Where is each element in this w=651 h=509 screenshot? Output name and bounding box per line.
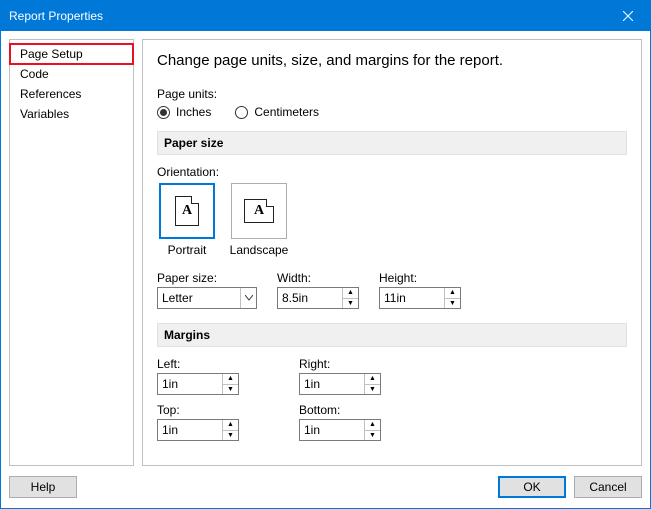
margins-grid: Left: 1in ▲▼ Right: 1in ▲▼ Top: — [157, 357, 627, 441]
titlebar: Report Properties — [1, 1, 650, 31]
window-title: Report Properties — [9, 9, 103, 23]
dialog-footer: Help OK Cancel — [1, 466, 650, 508]
spinner-arrows: ▲▼ — [364, 374, 380, 394]
sidebar-item-references[interactable]: References — [10, 84, 133, 104]
help-button[interactable]: Help — [9, 476, 77, 498]
chevron-down-icon — [240, 288, 256, 308]
page-units-label: Page units: — [157, 87, 627, 101]
landscape-label: Landscape — [230, 243, 289, 257]
sidebar: Page Setup Code References Variables — [9, 39, 134, 466]
radio-inches-label: Inches — [176, 105, 211, 119]
page-landscape-icon: A — [244, 199, 274, 223]
margin-left-field: Left: 1in ▲▼ — [157, 357, 287, 395]
ok-button[interactable]: OK — [498, 476, 566, 498]
arrow-up-icon[interactable]: ▲ — [223, 374, 238, 385]
close-button[interactable] — [605, 1, 650, 31]
radio-inches[interactable]: Inches — [157, 105, 211, 119]
arrow-down-icon[interactable]: ▼ — [223, 431, 238, 441]
width-spinner[interactable]: 8.5in ▲▼ — [277, 287, 359, 309]
arrow-up-icon[interactable]: ▲ — [365, 420, 380, 431]
width-field: Width: 8.5in ▲▼ — [277, 271, 359, 309]
footer-right: OK Cancel — [498, 476, 642, 498]
margin-left-label: Left: — [157, 357, 287, 371]
orientation-group: A Portrait A Landscape — [157, 183, 627, 257]
arrow-up-icon[interactable]: ▲ — [223, 420, 238, 431]
landscape-box: A — [231, 183, 287, 239]
sidebar-item-page-setup[interactable]: Page Setup — [10, 44, 133, 64]
sidebar-item-variables[interactable]: Variables — [10, 104, 133, 124]
margin-top-value: 1in — [158, 423, 222, 437]
paper-size-label: Paper size: — [157, 271, 257, 285]
height-spinner[interactable]: 11in ▲▼ — [379, 287, 461, 309]
arrow-up-icon[interactable]: ▲ — [445, 288, 460, 299]
paper-size-field: Paper size: Letter — [157, 271, 257, 309]
radio-centimeters[interactable]: Centimeters — [235, 105, 319, 119]
margin-top-label: Top: — [157, 403, 287, 417]
margin-right-spinner[interactable]: 1in ▲▼ — [299, 373, 381, 395]
spinner-arrows: ▲▼ — [222, 374, 238, 394]
radio-icon — [157, 106, 170, 119]
margin-bottom-label: Bottom: — [299, 403, 429, 417]
portrait-box: A — [159, 183, 215, 239]
radio-icon — [235, 106, 248, 119]
paper-size-row: Paper size: Letter Width: 8.5in ▲▼ Heigh… — [157, 271, 627, 309]
orientation-landscape[interactable]: A Landscape — [229, 183, 289, 257]
paper-size-value: Letter — [158, 291, 240, 305]
dialog-body: Page Setup Code References Variables Cha… — [1, 31, 650, 466]
margin-top-field: Top: 1in ▲▼ — [157, 403, 287, 441]
arrow-down-icon[interactable]: ▼ — [365, 385, 380, 395]
margin-right-value: 1in — [300, 377, 364, 391]
margin-left-value: 1in — [158, 377, 222, 391]
arrow-up-icon[interactable]: ▲ — [343, 288, 358, 299]
arrow-down-icon[interactable]: ▼ — [445, 299, 460, 309]
close-icon — [623, 11, 633, 21]
content-panel: Change page units, size, and margins for… — [142, 39, 642, 466]
spinner-arrows: ▲▼ — [444, 288, 460, 308]
arrow-up-icon[interactable]: ▲ — [365, 374, 380, 385]
spinner-arrows: ▲▼ — [342, 288, 358, 308]
height-value: 11in — [380, 291, 444, 305]
height-label: Height: — [379, 271, 461, 285]
paper-size-header: Paper size — [157, 131, 627, 155]
margin-top-spinner[interactable]: 1in ▲▼ — [157, 419, 239, 441]
spinner-arrows: ▲▼ — [222, 420, 238, 440]
orientation-label: Orientation: — [157, 165, 627, 179]
orientation-portrait[interactable]: A Portrait — [157, 183, 217, 257]
margin-right-label: Right: — [299, 357, 429, 371]
spinner-arrows: ▲▼ — [364, 420, 380, 440]
sidebar-item-code[interactable]: Code — [10, 64, 133, 84]
margin-bottom-spinner[interactable]: 1in ▲▼ — [299, 419, 381, 441]
width-value: 8.5in — [278, 291, 342, 305]
height-field: Height: 11in ▲▼ — [379, 271, 461, 309]
page-portrait-icon: A — [175, 196, 199, 226]
arrow-down-icon[interactable]: ▼ — [343, 299, 358, 309]
margin-left-spinner[interactable]: 1in ▲▼ — [157, 373, 239, 395]
cancel-button[interactable]: Cancel — [574, 476, 642, 498]
radio-centimeters-label: Centimeters — [254, 105, 319, 119]
paper-size-combo[interactable]: Letter — [157, 287, 257, 309]
margin-bottom-field: Bottom: 1in ▲▼ — [299, 403, 429, 441]
width-label: Width: — [277, 271, 359, 285]
page-units-group: Inches Centimeters — [157, 105, 627, 119]
portrait-label: Portrait — [168, 243, 207, 257]
report-properties-dialog: Report Properties Page Setup Code Refere… — [0, 0, 651, 509]
arrow-down-icon[interactable]: ▼ — [223, 385, 238, 395]
arrow-down-icon[interactable]: ▼ — [365, 431, 380, 441]
page-heading: Change page units, size, and margins for… — [157, 52, 627, 69]
margins-header: Margins — [157, 323, 627, 347]
margin-right-field: Right: 1in ▲▼ — [299, 357, 429, 395]
margin-bottom-value: 1in — [300, 423, 364, 437]
